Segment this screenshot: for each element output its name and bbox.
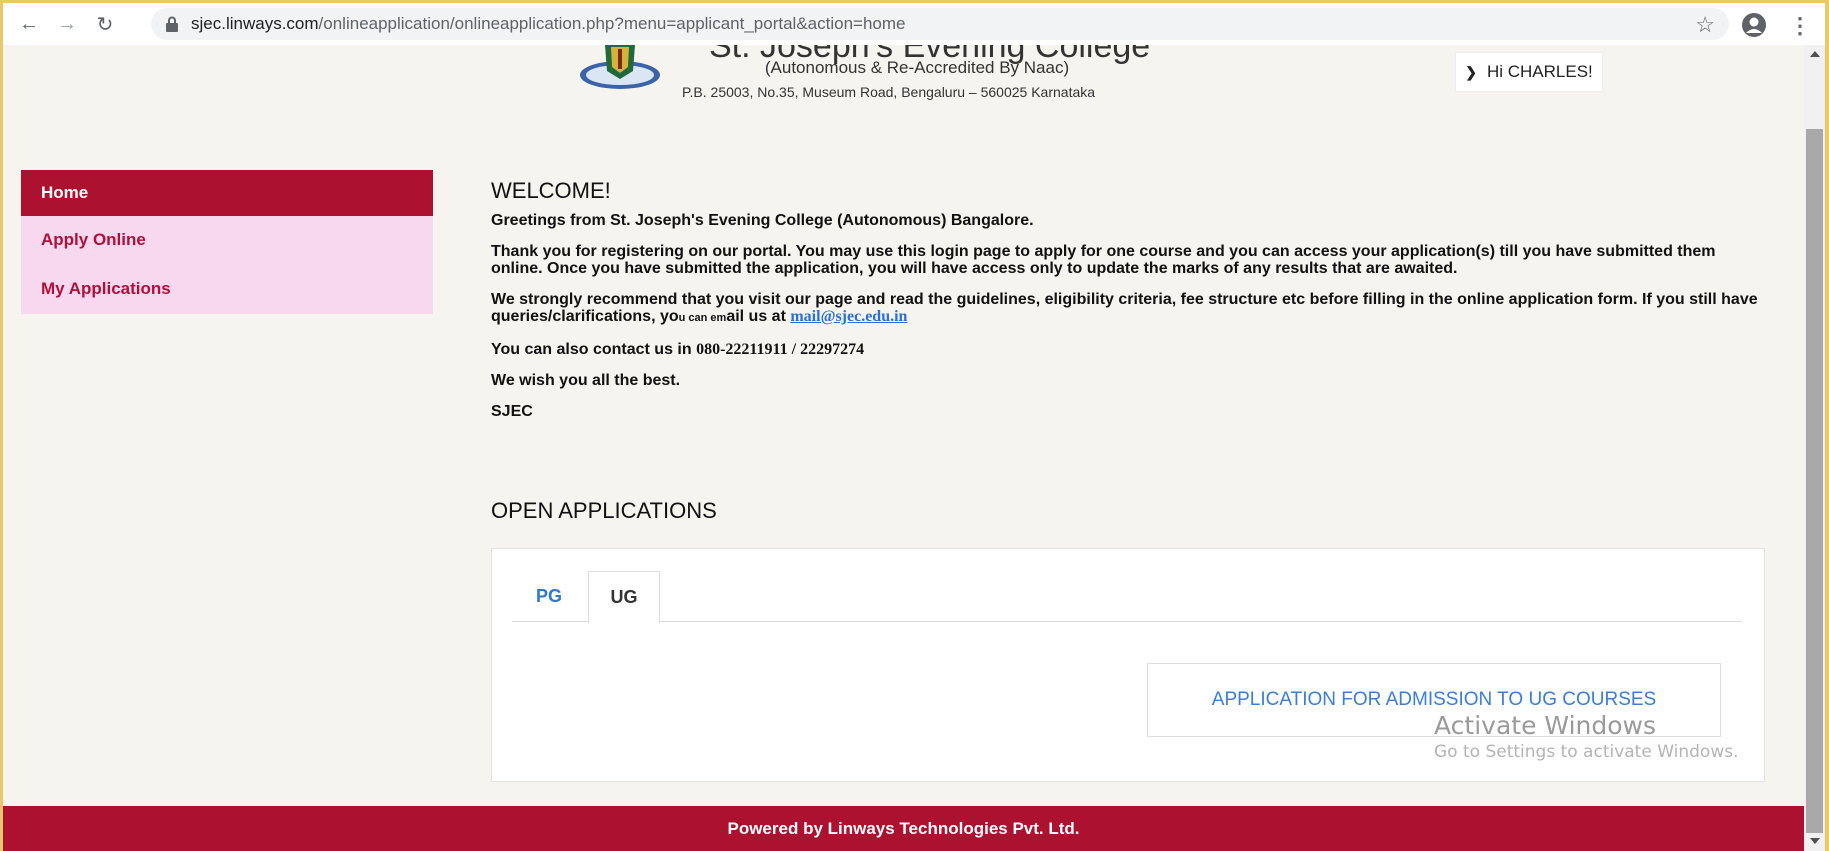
tabs-divider	[512, 621, 1742, 622]
phone-number: 080-22211911 / 22297274	[696, 341, 865, 358]
welcome-section: WELCOME! Greetings from St. Joseph's Eve…	[491, 178, 1761, 434]
lock-icon	[166, 16, 178, 32]
recommendation-text-small: u can em	[678, 312, 727, 324]
browser-toolbar: ← → ↻ sjec.linways.com/onlineapplication…	[3, 3, 1825, 45]
email-link[interactable]: mail@sjec.edu.in	[790, 308, 907, 325]
contact-prefix: You can also contact us in	[491, 341, 697, 358]
back-arrow-icon[interactable]: ←	[17, 12, 41, 36]
college-address: P.B. 25003, No.35, Museum Road, Bengalur…	[682, 84, 1096, 100]
signoff-text: SJEC	[491, 403, 533, 420]
tab-ug[interactable]: UG	[588, 571, 660, 624]
url-domain: sjec.linways.com	[191, 14, 319, 33]
url-path: /onlineapplication/onlineapplication.php…	[318, 14, 906, 33]
sidebar-item-apply-online[interactable]: Apply Online	[21, 216, 433, 264]
sidebar-item-label: Home	[41, 183, 89, 202]
reload-icon[interactable]: ↻	[93, 12, 117, 36]
scroll-down-arrow-icon[interactable]	[1810, 838, 1820, 844]
account-icon[interactable]	[1741, 12, 1767, 38]
footer-text: Powered by Linways Technologies Pvt. Ltd…	[727, 818, 1080, 838]
welcome-title: WELCOME!	[491, 178, 611, 203]
forward-arrow-icon[interactable]: →	[55, 12, 79, 36]
recommendation-text-part: ail us at	[726, 308, 791, 325]
user-menu-button[interactable]: ❯ Hi CHARLES!	[1455, 52, 1603, 92]
tab-pg[interactable]: PG	[514, 571, 584, 621]
activate-windows-subtitle: Go to Settings to activate Windows.	[1434, 742, 1739, 762]
screen-frame-right	[1825, 0, 1829, 851]
chevron-down-icon: ❯	[1465, 63, 1477, 80]
college-subtitle-text: (Autonomous & Re-Accredited By Naac)	[764, 58, 1070, 77]
sidebar-item-my-applications[interactable]: My Applications	[21, 264, 433, 314]
scrollbar-thumb[interactable]	[1806, 129, 1823, 833]
bookmark-star-icon[interactable]: ☆	[1695, 12, 1715, 38]
open-applications-title: OPEN APPLICATIONS	[491, 498, 717, 523]
user-greeting: Hi CHARLES!	[1486, 62, 1593, 81]
page-footer: Powered by Linways Technologies Pvt. Ltd…	[3, 806, 1804, 851]
scroll-up-arrow-icon[interactable]	[1810, 51, 1820, 57]
sidebar-nav: Home Apply Online My Applications	[21, 170, 433, 314]
sidebar-item-home[interactable]: Home	[21, 170, 433, 216]
vertical-scrollbar[interactable]	[1804, 45, 1825, 851]
menu-kebab-icon[interactable]: ⋮	[1789, 13, 1811, 39]
sidebar-item-label: My Applications	[41, 279, 171, 298]
wish-text: We wish you all the best.	[491, 372, 681, 389]
recommendation-text: We strongly recommend that you visit our…	[491, 291, 1761, 327]
activate-windows-title: Activate Windows	[1434, 711, 1656, 740]
registration-info-text: Thank you for registering on our portal.…	[491, 243, 1716, 277]
greeting-text: Greetings from St. Joseph's Evening Coll…	[491, 212, 1034, 229]
address-bar[interactable]: sjec.linways.com/onlineapplication/onlin…	[151, 8, 1729, 40]
contact-text: You can also contact us in 080-22211911 …	[491, 341, 1761, 358]
sidebar-item-label: Apply Online	[41, 230, 146, 249]
